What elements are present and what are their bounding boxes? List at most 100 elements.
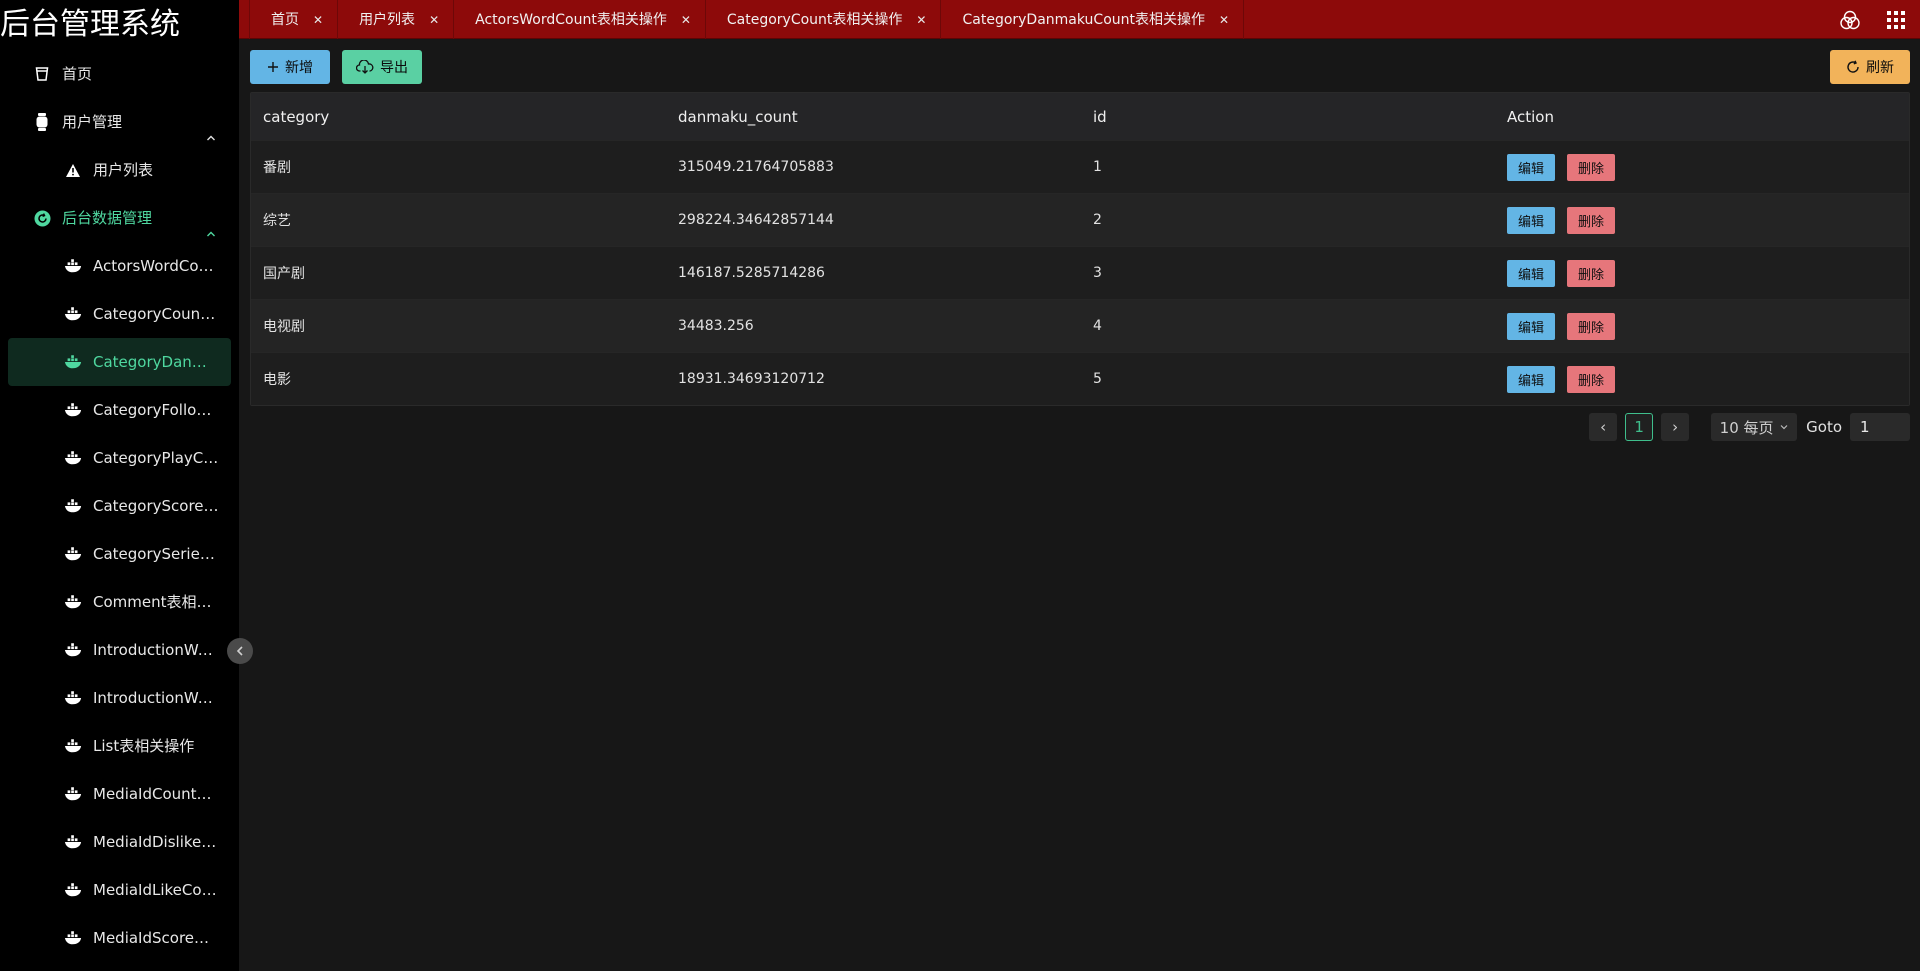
sidebar-item[interactable]: IntroductionWordFreq表相关操作 [0, 674, 239, 722]
cell-category: 电视剧 [263, 319, 305, 335]
sidebar-item[interactable]: CategoryFollowCount表相关操作 [0, 386, 239, 434]
cell-id: 1 [1093, 159, 1102, 175]
close-icon[interactable]: ✕ [313, 1, 323, 39]
page-number-current[interactable]: 1 [1625, 413, 1654, 441]
tab[interactable]: CategoryDanmakuCount表相关操作 ✕ [941, 0, 1245, 39]
export-button-label: 导出 [380, 60, 408, 76]
cell-action: 编辑 删除 [1495, 353, 1909, 405]
sidebar-item[interactable]: 用户列表 [0, 146, 239, 194]
theme-circles-icon[interactable] [1838, 8, 1862, 32]
sidebar-item[interactable]: CategoryPlayCount表相关操作 [0, 434, 239, 482]
sidebar-item-label: 用户列表 [93, 161, 154, 179]
delete-button[interactable]: 删除 [1567, 153, 1616, 181]
edit-button[interactable]: 编辑 [1507, 312, 1556, 340]
close-icon[interactable]: ✕ [429, 1, 439, 39]
column-header-action: Action [1507, 107, 1554, 126]
sidebar-item[interactable]: IntroductionWordCount表相关操作 [0, 626, 239, 674]
ship-icon [64, 641, 82, 659]
sidebar-item[interactable]: ActorsWordCount表相关操作 [0, 242, 239, 290]
sidebar-item-label: CategorySeriesFollowCount表相关操作 [93, 545, 221, 563]
chevron-up-icon [205, 115, 219, 141]
cell-id: 3 [1093, 265, 1102, 281]
sidebar-item[interactable]: List表相关操作 [0, 722, 239, 770]
delete-button[interactable]: 删除 [1567, 206, 1616, 234]
cell-danmaku-count: 34483.256 [678, 318, 754, 334]
sidebar-item-label: MediaIdDislikeCount表相关操作 [93, 833, 221, 851]
ship-icon [64, 833, 82, 851]
tab-label: CategoryDanmakuCount表相关操作 [962, 11, 1206, 28]
edit-button[interactable]: 编辑 [1507, 365, 1556, 393]
edit-button[interactable]: 编辑 [1507, 259, 1556, 287]
sidebar-item[interactable]: CategoryDanmakuCount表相关操作 [8, 338, 231, 386]
goto-page-input[interactable]: 1 [1850, 413, 1910, 441]
table-body: 番剧 315049.21764705883 1 编辑 删除 综艺 298224.346428… [251, 140, 1909, 405]
warning-icon [64, 161, 82, 179]
close-icon[interactable]: ✕ [681, 1, 691, 39]
table-row: 国产剧 146187.5285714286 3 编辑 删除 [251, 246, 1909, 299]
sidebar-item[interactable]: CategoryScore表相关操作 [0, 482, 239, 530]
pagination: ‹ 1 › 10 每页 Goto 1 [1589, 413, 1910, 441]
sidebar-item[interactable]: MediaIdCount表相关操作 [0, 770, 239, 818]
cell-danmaku-count: 315049.21764705883 [678, 159, 834, 175]
cell-action: 编辑 删除 [1495, 300, 1909, 352]
sidebar-item[interactable]: MediaIdDislikeCount表相关操作 [0, 818, 239, 866]
ship-icon [64, 545, 82, 563]
tab[interactable]: 用户列表 ✕ [338, 0, 455, 39]
refresh-button[interactable]: 刷新 [1830, 50, 1910, 84]
apps-grid-icon[interactable] [1884, 8, 1908, 32]
add-button-label: 新增 [285, 60, 313, 76]
chevron-right-icon: › [1672, 418, 1679, 436]
sidebar-item[interactable]: CategorySeriesFollowCount表相关操作 [0, 530, 239, 578]
cell-id: 4 [1093, 318, 1102, 334]
page-size-select[interactable]: 10 每页 [1711, 413, 1798, 441]
tab[interactable]: 首页 ✕ [249, 0, 339, 39]
sidebar-item[interactable]: MediaIdScore表相关操作 [0, 914, 239, 962]
column-header-danmaku-count[interactable]: danmaku_count [666, 93, 1081, 140]
sidebar-item[interactable]: MediaIdLikeCount表相关操作 [0, 866, 239, 914]
close-icon[interactable]: ✕ [916, 1, 926, 39]
sidebar-item[interactable]: 后台数据管理 [0, 194, 239, 242]
sidebar-menu: 首页用户管理用户列表后台数据管理 ActorsWordCount表相关操作 Cate… [0, 50, 239, 962]
cell-action: 编辑 删除 [1495, 247, 1909, 299]
refresh-circle-icon [33, 209, 51, 227]
cell-action: 编辑 删除 [1495, 194, 1909, 246]
column-header-category[interactable]: category [251, 93, 666, 140]
sidebar-item-label: CategoryFollowCount表相关操作 [93, 401, 221, 419]
table-row: 综艺 298224.34642857144 2 编辑 删除 [251, 193, 1909, 246]
refresh-icon [1846, 60, 1860, 74]
column-header-id[interactable]: id [1081, 93, 1495, 140]
sidebar-item[interactable]: CategoryCount表相关操作 [0, 290, 239, 338]
delete-button[interactable]: 删除 [1567, 365, 1616, 393]
cell-id: 5 [1093, 371, 1102, 387]
sidebar-item[interactable]: 用户管理 [0, 98, 239, 146]
sidebar-item-label: List表相关操作 [93, 737, 195, 755]
close-icon[interactable]: ✕ [1219, 1, 1229, 39]
ship-icon [64, 257, 82, 275]
tab[interactable]: ActorsWordCount表相关操作 ✕ [454, 0, 706, 39]
next-page-button[interactable]: › [1661, 413, 1690, 441]
sidebar-item-label: IntroductionWordFreq表相关操作 [93, 689, 221, 707]
add-button[interactable]: 新增 [250, 50, 330, 84]
ship-icon [64, 449, 82, 467]
sidebar-item[interactable]: 首页 [0, 50, 239, 98]
export-button[interactable]: 导出 [342, 50, 422, 84]
sidebar-item-label: CategoryCount表相关操作 [93, 305, 221, 323]
edit-button[interactable]: 编辑 [1507, 153, 1556, 181]
plus-icon [267, 61, 279, 73]
tab[interactable]: CategoryCount表相关操作 ✕ [706, 0, 942, 39]
table-row: 电视剧 34483.256 4 编辑 删除 [251, 299, 1909, 352]
delete-button[interactable]: 删除 [1567, 312, 1616, 340]
ship-icon [64, 593, 82, 611]
chevron-up-icon [205, 211, 219, 237]
prev-page-button[interactable]: ‹ [1589, 413, 1618, 441]
sidebar-item[interactable]: Comment表相关操作 [0, 578, 239, 626]
watch-icon [33, 113, 51, 131]
cell-category: 电影 [263, 372, 291, 388]
ship-icon [64, 353, 82, 371]
tab-bar: 首页 ✕ 用户列表 ✕ ActorsWordCount表相关操作 ✕ CategoryCou… [249, 0, 1245, 39]
sidebar-collapse-button[interactable] [227, 638, 253, 664]
chevron-left-icon: ‹ [1600, 418, 1607, 436]
delete-button[interactable]: 删除 [1567, 259, 1616, 287]
sidebar-item-label: CategoryScore表相关操作 [93, 497, 221, 515]
edit-button[interactable]: 编辑 [1507, 206, 1556, 234]
